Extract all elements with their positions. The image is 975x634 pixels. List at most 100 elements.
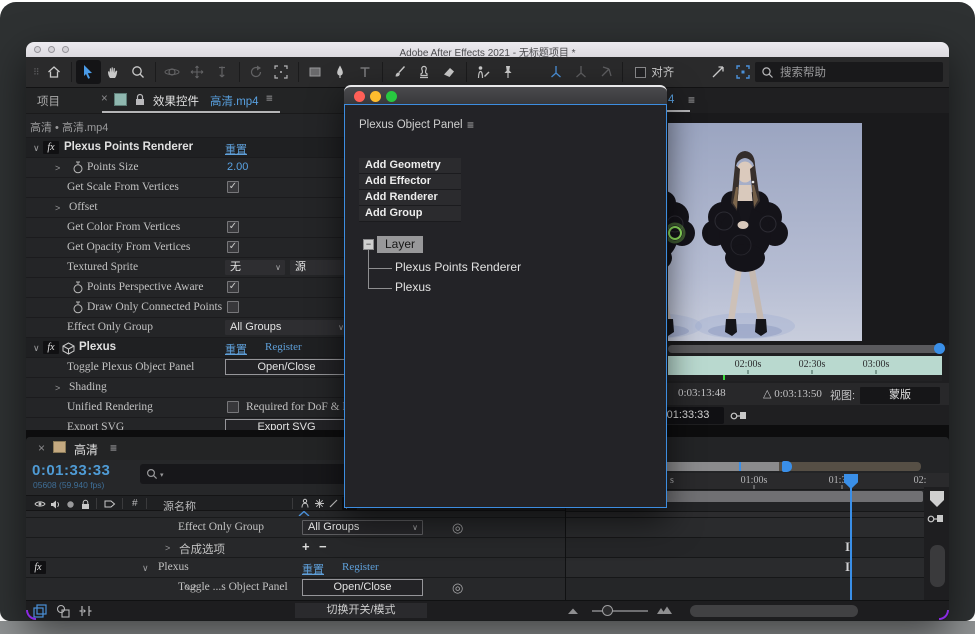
tab-comp-name[interactable]: 高清: [74, 441, 98, 458]
expander-icon[interactable]: >: [55, 382, 60, 394]
effect-row[interactable]: Draw Only Connected Points: [26, 297, 352, 317]
effect-row[interactable]: ∨fxPlexus重置Register: [26, 337, 352, 357]
panel-menu-icon[interactable]: ≡: [266, 93, 273, 105]
time-navigator-used[interactable]: [779, 462, 921, 471]
checkbox[interactable]: [227, 401, 239, 413]
panel-menu-icon[interactable]: ≡: [467, 118, 474, 132]
window-titlebar[interactable]: Adobe After Effects 2021 - 无标题项目 *: [26, 42, 949, 57]
view-mode-dropdown[interactable]: 蒙版: [860, 387, 940, 404]
rotation-tool[interactable]: [244, 60, 269, 84]
expand-transfer-controls-icon[interactable]: [56, 604, 71, 618]
viewer-time-ruler[interactable]: [668, 356, 942, 375]
tab-effect-target[interactable]: 高清.mp4: [210, 93, 259, 109]
expander-icon[interactable]: >: [55, 162, 60, 174]
button-add-effector[interactable]: Add Effector: [359, 174, 461, 190]
current-time-indicator-line[interactable]: [850, 487, 852, 600]
zoom-out-mountain-icon[interactable]: [567, 607, 579, 615]
collapse-chevron-icon[interactable]: ∨: [142, 562, 149, 575]
effect-row[interactable]: Export SVGExport SVG: [26, 417, 352, 430]
effect-row[interactable]: >Shading: [26, 377, 352, 397]
checkbox[interactable]: ✓: [227, 241, 239, 253]
dropdown[interactable]: All Groups∨: [225, 320, 348, 335]
mini-flowchart-icon[interactable]: [927, 511, 945, 526]
layer-select-dropdown[interactable]: 源: [290, 260, 348, 275]
timeline-property-row[interactable]: >合成选项+−: [26, 537, 565, 557]
checkbox[interactable]: ✓: [227, 281, 239, 293]
clone-stamp-tool[interactable]: [412, 60, 437, 84]
checkbox[interactable]: ✓: [227, 221, 239, 233]
audio-icon[interactable]: [50, 499, 61, 510]
snap-toggle[interactable]: 对齐: [635, 64, 674, 80]
hand-tool[interactable]: [101, 60, 126, 84]
shy-icon[interactable]: [300, 498, 311, 509]
close-window-icon[interactable]: [354, 91, 365, 102]
link-register[interactable]: Register: [342, 561, 379, 573]
axis-local-tool[interactable]: [543, 60, 568, 84]
label-tag-icon[interactable]: [104, 499, 116, 509]
effect-button[interactable]: Open/Close: [225, 359, 348, 375]
tab-project[interactable]: 项目: [37, 93, 60, 109]
roto-brush-tool[interactable]: [471, 60, 496, 84]
snap-checkbox[interactable]: [635, 67, 646, 78]
effect-row[interactable]: Toggle Plexus Object PanelOpen/Close: [26, 357, 352, 377]
collapse-chevron-icon[interactable]: ∨: [33, 142, 40, 155]
tree-root-layer[interactable]: Layer: [377, 236, 423, 253]
home-tool[interactable]: [42, 60, 67, 84]
button-add-renderer[interactable]: Add Renderer: [359, 190, 461, 206]
v-scrollbar-thumb[interactable]: [930, 545, 945, 587]
remove-icon[interactable]: −: [319, 539, 327, 554]
checkbox[interactable]: [227, 301, 239, 313]
dropdown[interactable]: 无∨: [225, 260, 285, 275]
tree-item[interactable]: Plexus Points Renderer: [395, 260, 521, 274]
minimize-window-icon[interactable]: [370, 91, 381, 102]
expander-icon[interactable]: >: [55, 202, 60, 214]
axis-view-tool[interactable]: [593, 60, 618, 84]
eye-icon[interactable]: [34, 499, 46, 509]
pan-camera-tool[interactable]: [185, 60, 210, 84]
shared-view-tool[interactable]: [705, 60, 730, 84]
pen-tool[interactable]: [328, 60, 353, 84]
effect-row[interactable]: ∨fxPlexus Points Renderer重置: [26, 137, 352, 157]
toggle-switches-modes-button[interactable]: 切换开关/模式: [295, 603, 427, 618]
tree-collapse-box[interactable]: −: [363, 239, 374, 250]
viewer-scroll-handle[interactable]: [934, 343, 945, 354]
pick-whip-icon[interactable]: ◎: [452, 520, 463, 536]
help-search-input[interactable]: 搜索帮助: [755, 62, 943, 82]
selection-tool[interactable]: [76, 60, 101, 84]
tree-item[interactable]: Plexus: [395, 280, 431, 294]
text-tool[interactable]: [353, 60, 378, 84]
effect-row[interactable]: Effect Only GroupAll Groups∨: [26, 317, 352, 337]
collapse-transform-icon[interactable]: [314, 498, 325, 509]
viewer-h-scrollbar[interactable]: [668, 345, 942, 353]
timeline-property-row[interactable]: fx∨Plexus重置Register: [26, 557, 565, 577]
workspace-search-toggle[interactable]: [730, 60, 755, 84]
zoom-tool[interactable]: [126, 60, 151, 84]
timeline-menu-icon[interactable]: ≡: [110, 441, 117, 455]
expander-icon[interactable]: >: [165, 542, 170, 554]
current-timecode[interactable]: 0:01:33:33: [32, 462, 110, 479]
row-button[interactable]: Open/Close: [302, 579, 423, 596]
link-重置[interactable]: 重置: [225, 341, 247, 357]
brush-tool[interactable]: [387, 60, 412, 84]
quality-icon[interactable]: [328, 498, 339, 509]
zoom-in-mountains-icon[interactable]: [656, 605, 672, 615]
link-register[interactable]: Register: [265, 341, 302, 353]
timeline-property-row[interactable]: Effect Only GroupAll Groups∨◎: [26, 517, 565, 537]
zoom-window-icon[interactable]: [386, 91, 397, 102]
expand-inout-columns-icon[interactable]: [78, 604, 93, 618]
tab-effect-controls[interactable]: 效果控件: [153, 93, 199, 109]
eraser-tool[interactable]: [437, 60, 462, 84]
effect-row[interactable]: >Offset: [26, 197, 352, 217]
axis-world-tool[interactable]: [568, 60, 593, 84]
close-tab-icon[interactable]: ×: [38, 441, 45, 455]
timeline-search-input[interactable]: ▾: [140, 464, 368, 484]
floating-window-titlebar[interactable]: [344, 85, 667, 104]
timeline-h-scrollbar[interactable]: [690, 605, 858, 617]
pick-whip-icon[interactable]: ◎: [452, 580, 463, 596]
puppet-pin-tool[interactable]: [496, 60, 521, 84]
property-value[interactable]: 2.00: [227, 161, 248, 173]
collapse-chevron-icon[interactable]: ∨: [33, 342, 40, 355]
navigator-handle[interactable]: [782, 461, 792, 472]
effect-button[interactable]: Export SVG: [225, 419, 348, 430]
dolly-camera-tool[interactable]: [210, 60, 235, 84]
